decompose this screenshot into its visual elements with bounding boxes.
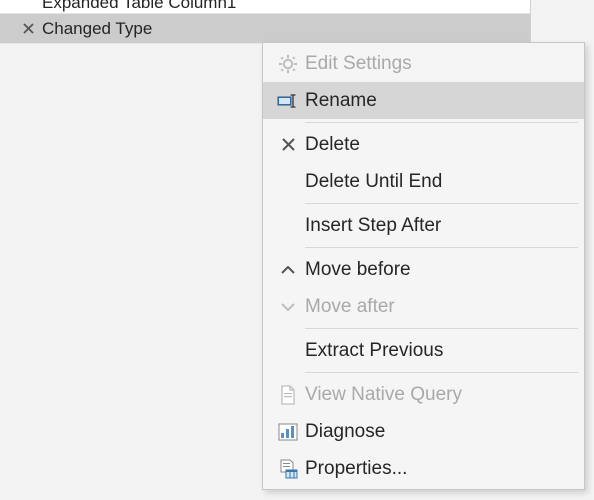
menu-label: Move before <box>305 259 411 281</box>
diagnose-icon <box>271 423 305 441</box>
gear-icon <box>271 54 305 74</box>
context-menu: Edit Settings Rename Delete Delete Until… <box>262 42 585 490</box>
menu-rename[interactable]: Rename <box>263 82 584 119</box>
menu-label: Properties... <box>305 458 407 480</box>
chevron-down-icon <box>271 301 305 313</box>
menu-move-after: Move after <box>263 288 584 325</box>
menu-edit-settings: Edit Settings <box>263 45 584 82</box>
menu-separator <box>305 247 578 248</box>
menu-label: Insert Step After <box>305 215 441 237</box>
menu-separator <box>305 203 578 204</box>
chevron-up-icon <box>271 264 305 276</box>
menu-label: View Native Query <box>305 384 462 406</box>
menu-label: Delete <box>305 134 360 156</box>
close-icon <box>271 137 305 152</box>
menu-extract-previous[interactable]: Extract Previous <box>263 332 584 369</box>
properties-icon <box>271 459 305 479</box>
menu-label: Delete Until End <box>305 171 442 193</box>
menu-separator <box>305 328 578 329</box>
step-label: Expanded Table Column1 <box>42 0 236 13</box>
document-icon <box>271 385 305 405</box>
menu-label: Move after <box>305 296 395 318</box>
menu-label: Diagnose <box>305 421 385 443</box>
menu-move-before[interactable]: Move before <box>263 251 584 288</box>
menu-separator <box>305 122 578 123</box>
menu-view-native-query: View Native Query <box>263 376 584 413</box>
menu-label: Edit Settings <box>305 53 412 75</box>
applied-steps-panel: Expanded Table Column1 Changed Type <box>0 0 531 44</box>
menu-delete[interactable]: Delete <box>263 126 584 163</box>
step-label: Changed Type <box>42 19 152 39</box>
menu-label: Extract Previous <box>305 340 443 362</box>
menu-insert-step-after[interactable]: Insert Step After <box>263 207 584 244</box>
step-row-selected[interactable]: Changed Type <box>0 14 530 44</box>
menu-properties[interactable]: Properties... <box>263 450 584 487</box>
step-row[interactable]: Expanded Table Column1 <box>0 0 530 14</box>
menu-diagnose[interactable]: Diagnose <box>263 413 584 450</box>
menu-separator <box>305 372 578 373</box>
menu-delete-until-end[interactable]: Delete Until End <box>263 163 584 200</box>
delete-step-icon[interactable] <box>22 22 42 35</box>
rename-icon <box>271 93 305 109</box>
menu-label: Rename <box>305 90 377 112</box>
